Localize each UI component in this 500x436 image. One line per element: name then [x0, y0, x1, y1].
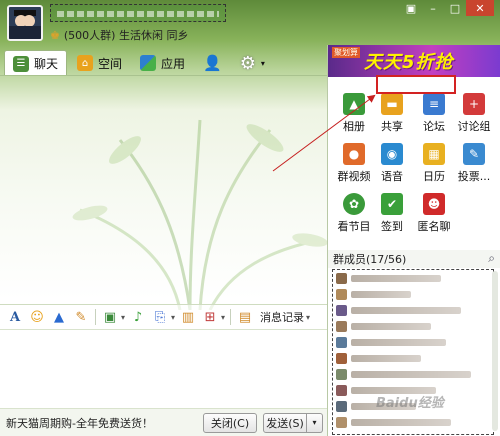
tab-chat[interactable]: ☰ 聊天: [4, 50, 68, 76]
history-icon[interactable]: ▤: [236, 308, 254, 326]
window-controls: ▣ – □ ✕: [400, 0, 494, 16]
maximize-icon[interactable]: □: [444, 0, 466, 16]
doodle-icon[interactable]: ✎: [72, 308, 90, 326]
annotation-highlight-box: [376, 75, 456, 94]
checkin-icon: ✔: [381, 193, 403, 215]
tab-apps[interactable]: 应用: [132, 51, 193, 75]
shake-icon[interactable]: ▲: [50, 308, 68, 326]
forum-icon: ≡: [423, 93, 445, 115]
tab-space-label: 空间: [98, 56, 123, 71]
app-anonymous-chat[interactable]: ☻ 匿名聊: [408, 193, 460, 234]
list-item[interactable]: [333, 366, 493, 382]
send-options-chevron-icon[interactable]: ▾: [307, 412, 323, 433]
banner-title: 天天5折抢: [364, 52, 454, 73]
list-item[interactable]: [333, 414, 493, 430]
watermark: Baidu经验: [376, 396, 444, 411]
send-button-group: 发送(S) ▾: [263, 412, 323, 433]
gear-icon: ⚙: [239, 52, 256, 74]
banner-tag: 聚划算: [332, 47, 360, 58]
members-scrollbar[interactable]: [492, 271, 498, 431]
vote-icon: ✎: [463, 143, 485, 165]
right-side-panel: 聚划算 天天5折抢 ▲ 相册 ▬ 共享 ≡ 论坛 + 讨论组 ● 群视频 ◉ 语…: [327, 45, 500, 436]
add-member-button[interactable]: 👤: [195, 51, 230, 75]
image-icon[interactable]: ▣: [101, 308, 119, 326]
ad-link[interactable]: 新天猫周期购-全年免费送货！: [6, 415, 203, 431]
mask-icon: ☻: [423, 193, 445, 215]
tab-bar: ☰ 聊天 ⌂ 空间 应用 👤 ⚙ ▾: [4, 50, 275, 76]
app-discussion[interactable]: + 讨论组: [448, 93, 500, 134]
tv-icon: ✿: [343, 193, 365, 215]
voice-icon: ◉: [381, 143, 403, 165]
list-item[interactable]: [333, 286, 493, 302]
send-button[interactable]: 发送(S): [263, 412, 307, 433]
bottom-bar: 新天猫周期购-全年免费送货！ 关闭(C) 发送(S) ▾: [0, 408, 327, 436]
discuss-icon: +: [463, 93, 485, 115]
list-item[interactable]: [333, 302, 493, 318]
skin-icon[interactable]: ▣: [400, 0, 422, 16]
list-item[interactable]: [333, 334, 493, 350]
folder-icon: ▬: [381, 93, 403, 115]
group-name-obscured[interactable]: [50, 4, 226, 22]
group-avatar[interactable]: [7, 5, 43, 41]
message-display-area[interactable]: [0, 76, 327, 304]
video-icon: ●: [343, 143, 365, 165]
tab-chat-label: 聊天: [34, 57, 59, 71]
group-chat-window: ♚ (500人群) 生活休闲 同乡 ▣ – □ ✕ ☰ 聊天 ⌂ 空间 应用 👤…: [0, 0, 500, 436]
group-info-text: (500人群) 生活休闲 同乡: [63, 29, 189, 42]
gift-icon[interactable]: ⊞: [201, 308, 219, 326]
search-icon[interactable]: ⌕: [488, 251, 495, 266]
close-button[interactable]: 关闭(C): [203, 412, 257, 433]
members-header: 群成员(17/56) ⌕: [328, 250, 500, 268]
list-item[interactable]: [333, 318, 493, 334]
chat-icon: ☰: [13, 55, 29, 72]
tab-apps-label: 应用: [161, 56, 186, 71]
emoji-icon[interactable]: ☺: [28, 308, 46, 326]
minimize-icon[interactable]: –: [422, 0, 444, 16]
home-icon: ⌂: [77, 55, 94, 71]
screenshot-icon[interactable]: ⎘: [151, 308, 169, 326]
members-count-label: 群成员(17/56): [333, 253, 407, 266]
photo-icon: ▲: [343, 93, 365, 115]
crown-icon: ♚: [50, 28, 60, 42]
list-item[interactable]: [333, 350, 493, 366]
ad-banner[interactable]: 聚划算 天天5折抢: [328, 45, 500, 77]
font-icon[interactable]: A: [6, 308, 24, 326]
chart-icon[interactable]: ▥: [179, 308, 197, 326]
message-input[interactable]: [0, 330, 327, 408]
music-icon[interactable]: ♪: [129, 308, 147, 326]
chevron-down-icon[interactable]: ▾: [306, 313, 310, 322]
calendar-icon: ▦: [423, 143, 445, 165]
tab-space[interactable]: ⌂ 空间: [69, 51, 130, 75]
chevron-down-icon: ▾: [260, 58, 265, 68]
add-user-icon: 👤: [203, 54, 222, 72]
list-item[interactable]: [333, 270, 493, 286]
message-history-button[interactable]: 消息记录: [260, 309, 304, 325]
close-icon[interactable]: ✕: [466, 0, 494, 16]
input-toolbar: A ☺ ▲ ✎ ▣ ▾ ♪ ⎘ ▾ ▥ ⊞ ▾ ▤ 消息记录 ▾: [0, 304, 327, 330]
settings-button[interactable]: ⚙ ▾: [232, 51, 273, 75]
app-vote[interactable]: ✎ 投票...: [448, 143, 500, 184]
group-info-line: ♚ (500人群) 生活休闲 同乡: [50, 27, 188, 43]
apps-icon: [140, 55, 157, 71]
